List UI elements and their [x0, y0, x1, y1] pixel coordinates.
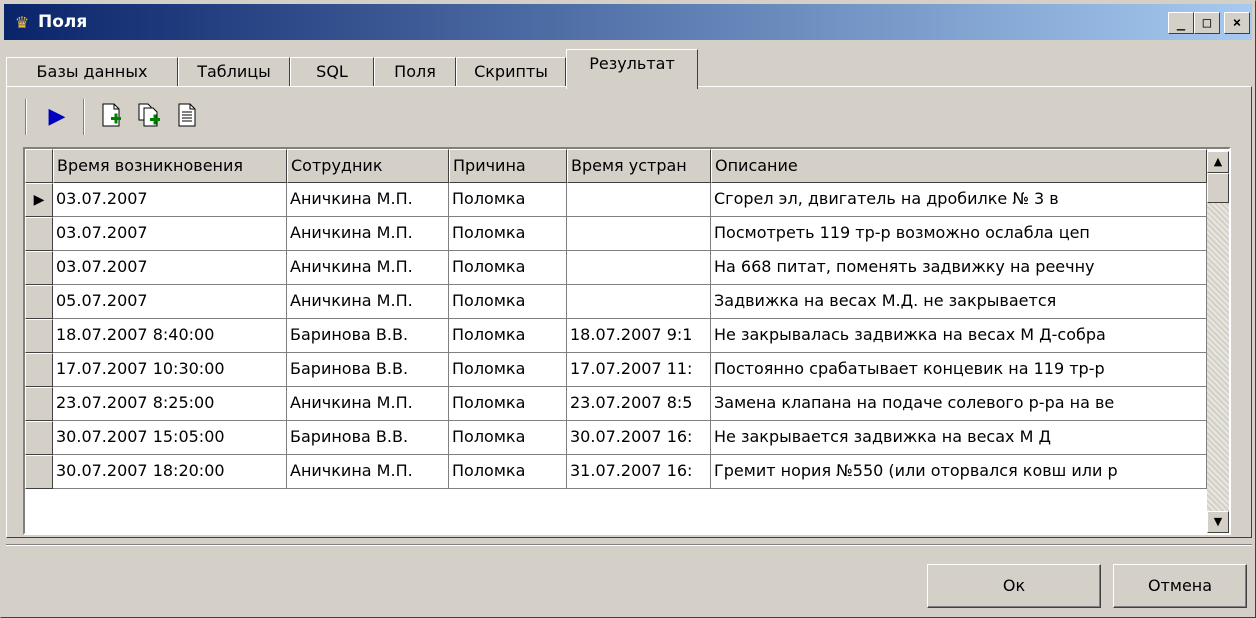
title-bar[interactable]: ♛ Поля _ □ × [4, 4, 1252, 40]
cell-time[interactable]: 18.07.2007 8:40:00 [53, 319, 287, 353]
cell-description[interactable]: Постоянно срабатывает концевик на 119 тр… [711, 353, 1207, 387]
cell-employee[interactable]: Аничкина М.П. [287, 455, 449, 489]
cell-reason[interactable]: Поломка [449, 387, 567, 421]
cell-employee[interactable]: Аничкина М.П. [287, 285, 449, 319]
copy-doc-icon[interactable] [135, 103, 163, 131]
row-indicator[interactable] [25, 319, 53, 353]
cell-fix-time[interactable] [567, 285, 711, 319]
toolbar-separator [83, 99, 85, 135]
cell-fix-time[interactable] [567, 217, 711, 251]
cell-time[interactable]: 17.07.2007 10:30:00 [53, 353, 287, 387]
row-indicator[interactable] [25, 387, 53, 421]
cell-description[interactable]: Не закрывается задвижка на весах М Д [711, 421, 1207, 455]
tab-databases[interactable]: Базы данных [6, 57, 178, 87]
cell-time[interactable]: 03.07.2007 [53, 183, 287, 217]
tab-tables[interactable]: Таблицы [178, 57, 290, 87]
row-indicator[interactable] [25, 421, 53, 455]
cell-time[interactable]: 03.07.2007 [53, 217, 287, 251]
column-header-reason[interactable]: Причина [449, 149, 567, 183]
window-title: Поля [38, 12, 88, 32]
row-indicator[interactable] [25, 251, 53, 285]
cell-description[interactable]: Не закрывалась задвижка на весах М Д-соб… [711, 319, 1207, 353]
cell-reason[interactable]: Поломка [449, 353, 567, 387]
scroll-up-button[interactable]: ▲ [1207, 151, 1229, 173]
cell-fix-time[interactable]: 30.07.2007 16: [567, 421, 711, 455]
row-indicator[interactable] [25, 455, 53, 489]
cell-fix-time[interactable] [567, 251, 711, 285]
cell-fix-time[interactable]: 17.07.2007 11: [567, 353, 711, 387]
column-header-fix-time[interactable]: Время устран [567, 149, 711, 183]
cell-description[interactable]: Сгорел эл, двигатель на дробилке № 3 в [711, 183, 1207, 217]
toolbar: ▶ [13, 95, 313, 139]
row-indicator[interactable] [25, 285, 53, 319]
scroll-thumb[interactable] [1207, 173, 1229, 203]
cell-description[interactable]: Гремит нория №550 (или оторвался ковш ил… [711, 455, 1207, 489]
cell-employee[interactable]: Аничкина М.П. [287, 217, 449, 251]
cell-description[interactable]: Посмотреть 119 тр-р возможно ослабла цеп [711, 217, 1207, 251]
maximize-button[interactable]: □ [1194, 12, 1220, 34]
cell-employee[interactable]: Баринова В.В. [287, 421, 449, 455]
tab-sql[interactable]: SQL [290, 57, 374, 87]
cell-fix-time[interactable]: 31.07.2007 16: [567, 455, 711, 489]
cell-employee[interactable]: Баринова В.В. [287, 353, 449, 387]
cell-fix-time[interactable] [567, 183, 711, 217]
column-header-description[interactable]: Описание [711, 149, 1207, 183]
scroll-down-button[interactable]: ▼ [1207, 511, 1229, 533]
cell-employee[interactable]: Аничкина М.П. [287, 387, 449, 421]
tab-result[interactable]: Результат [566, 49, 698, 89]
toolbar-separator [25, 99, 27, 135]
doc-icon[interactable] [173, 103, 201, 131]
cell-reason[interactable]: Поломка [449, 285, 567, 319]
run-icon[interactable]: ▶ [43, 103, 71, 131]
cell-reason[interactable]: Поломка [449, 251, 567, 285]
cell-time[interactable]: 30.07.2007 18:20:00 [53, 455, 287, 489]
minimize-button[interactable]: _ [1168, 12, 1194, 34]
app-icon: ♛ [14, 13, 30, 32]
cell-fix-time[interactable]: 18.07.2007 9:1 [567, 319, 711, 353]
dialog-window: ♛ Поля _ □ × Базы данных Таблицы SQL Пол… [0, 0, 1256, 618]
cell-reason[interactable]: Поломка [449, 183, 567, 217]
row-indicator[interactable] [25, 353, 53, 387]
cell-description[interactable]: Замена клапана на подаче солевого р-ра н… [711, 387, 1207, 421]
row-indicator[interactable] [25, 217, 53, 251]
cell-description[interactable]: Задвижка на весах М.Д. не закрывается [711, 285, 1207, 319]
cell-employee[interactable]: Аничкина М.П. [287, 183, 449, 217]
cell-reason[interactable]: Поломка [449, 217, 567, 251]
vertical-scrollbar[interactable]: ▲ ▼ [1207, 151, 1229, 533]
grid-corner [25, 149, 53, 183]
cell-employee[interactable]: Аничкина М.П. [287, 251, 449, 285]
cell-reason[interactable]: Поломка [449, 319, 567, 353]
cell-time[interactable]: 23.07.2007 8:25:00 [53, 387, 287, 421]
column-header-employee[interactable]: Сотрудник [287, 149, 449, 183]
close-button[interactable]: × [1224, 12, 1250, 34]
tab-fields[interactable]: Поля [374, 57, 456, 87]
cell-description[interactable]: На 668 питат, поменять задвижку на реечн… [711, 251, 1207, 285]
results-grid[interactable]: Время возникновения Сотрудник Причина Вр… [23, 147, 1231, 535]
cell-time[interactable]: 03.07.2007 [53, 251, 287, 285]
column-header-time[interactable]: Время возникновения [53, 149, 287, 183]
cancel-button[interactable]: Отмена [1113, 564, 1247, 608]
cell-fix-time[interactable]: 23.07.2007 8:5 [567, 387, 711, 421]
cell-time[interactable]: 05.07.2007 [53, 285, 287, 319]
tab-scripts[interactable]: Скрипты [456, 57, 566, 87]
cell-time[interactable]: 30.07.2007 15:05:00 [53, 421, 287, 455]
cell-reason[interactable]: Поломка [449, 455, 567, 489]
new-doc-icon[interactable] [97, 103, 125, 131]
cell-reason[interactable]: Поломка [449, 421, 567, 455]
cell-employee[interactable]: Баринова В.В. [287, 319, 449, 353]
ok-button[interactable]: Ок [927, 564, 1101, 608]
button-area-separator [6, 544, 1252, 546]
row-indicator[interactable]: ▶ [25, 183, 53, 217]
